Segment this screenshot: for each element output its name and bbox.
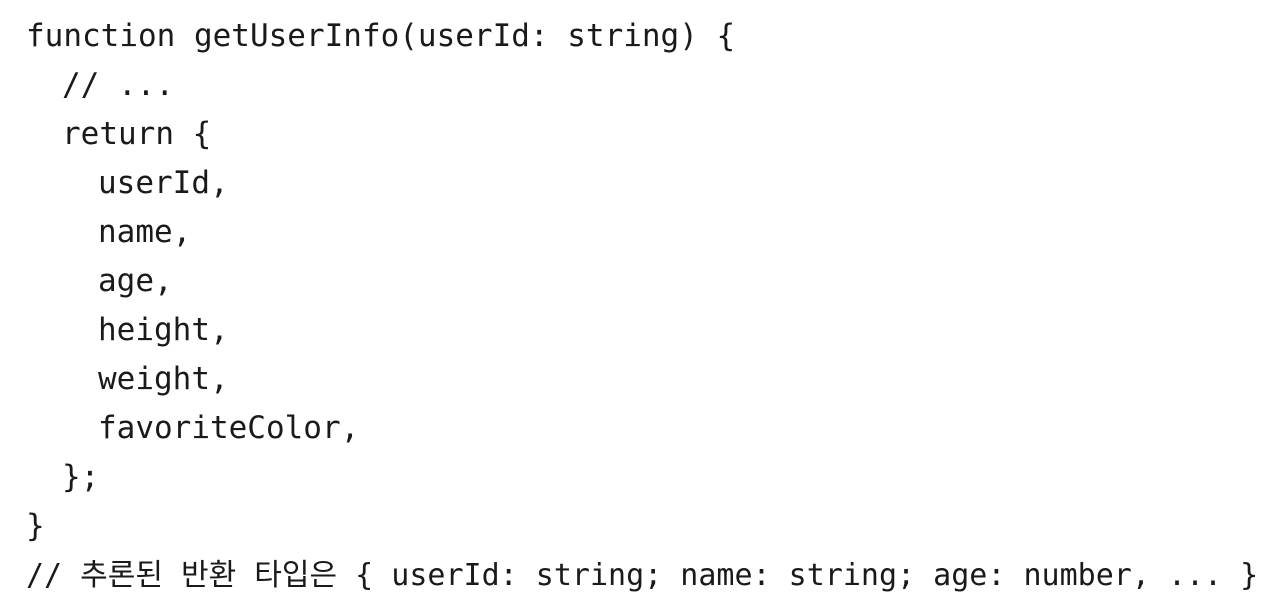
code-line-name: name, xyxy=(98,214,192,250)
code-line-return-open: return { xyxy=(62,116,212,152)
code-line-comment-ellipsis: // ... xyxy=(62,67,174,103)
code-line-weight: weight, xyxy=(98,361,229,397)
code-line-inferred-type-comment: // 추론된 반환 타입은 { userId: string; name: st… xyxy=(26,558,1259,593)
code-line-favoritecolor: favoriteColor, xyxy=(98,410,360,446)
code-line-age: age, xyxy=(98,263,173,299)
code-line-function-signature: function getUserInfo(userId: string) { xyxy=(26,18,736,54)
code-line-function-close: } xyxy=(26,508,45,544)
code-line-userid: userId, xyxy=(98,165,229,201)
code-line-height: height, xyxy=(98,312,229,348)
code-block: function getUserInfo(userId: string) { /… xyxy=(26,12,1276,602)
code-line-return-close: }; xyxy=(62,459,100,495)
